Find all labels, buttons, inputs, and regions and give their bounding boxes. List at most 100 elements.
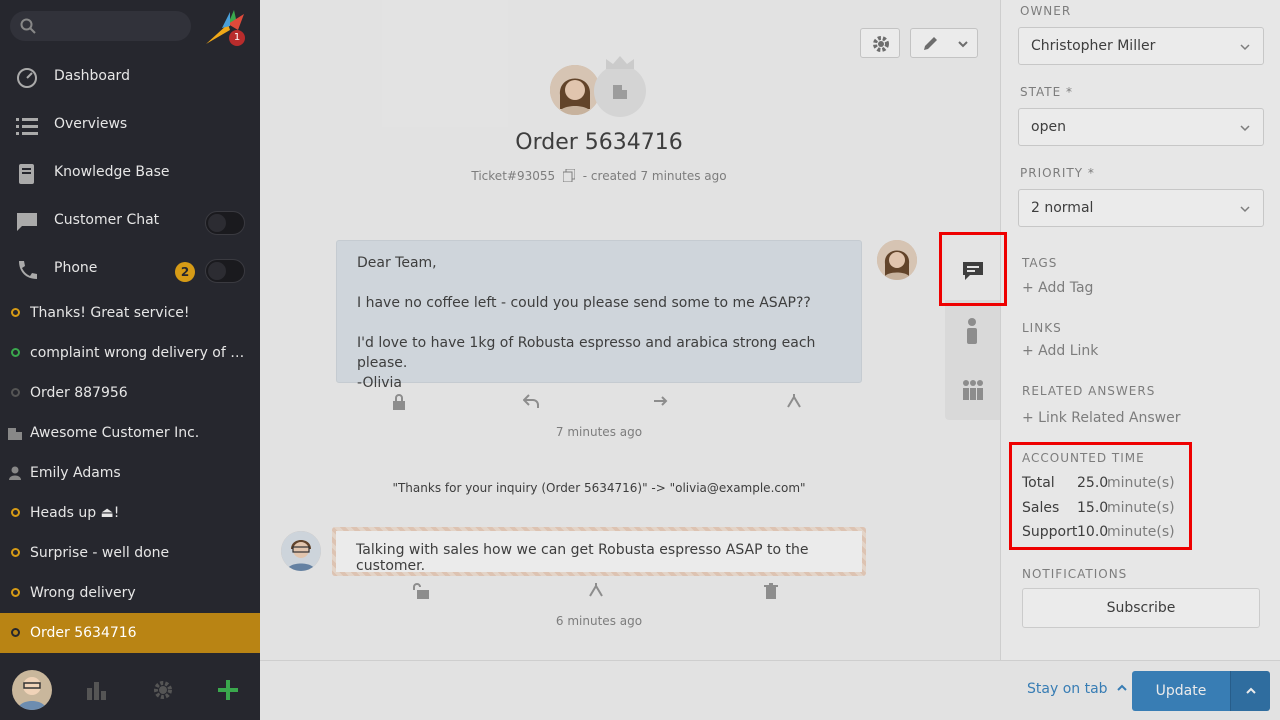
system-message: "Thanks for your inquiry (Order 5634716)… <box>392 481 806 495</box>
customer-avatar[interactable] <box>550 65 600 115</box>
phone-icon <box>19 261 37 279</box>
task-item[interactable]: Order 887956 <box>0 373 260 413</box>
update-options-button[interactable] <box>1230 671 1270 711</box>
chevron-down-icon <box>1240 44 1250 51</box>
internal-note: Talking with sales how we can get Robust… <box>332 527 866 576</box>
agent-avatar[interactable] <box>281 531 321 571</box>
sidebar-footer <box>0 660 260 720</box>
building-icon <box>613 85 627 99</box>
phone-toggle[interactable] <box>205 259 245 283</box>
ticket-edit-button[interactable] <box>910 28 978 58</box>
nav-knowledge-base[interactable]: Knowledge Base <box>0 150 260 198</box>
ticket-meta: Ticket#93055 - created 7 minutes ago <box>260 168 938 183</box>
forward-icon[interactable] <box>653 393 669 409</box>
task-label: Wrong delivery <box>30 585 136 601</box>
state-label: STATE * <box>1020 85 1074 99</box>
settings-icon[interactable] <box>152 680 174 700</box>
nav-overviews[interactable]: Overviews <box>0 102 260 150</box>
tab-organization[interactable] <box>945 360 1000 420</box>
chevron-up-icon <box>1246 687 1256 694</box>
state-select[interactable]: open <box>1018 108 1264 146</box>
task-label: Order 887956 <box>30 385 128 401</box>
update-button[interactable]: Update <box>1132 671 1230 711</box>
plus-icon[interactable] <box>217 679 239 701</box>
user-icon <box>9 466 21 480</box>
ticket-number: Ticket#93055 <box>471 169 556 183</box>
reply-icon[interactable] <box>523 393 539 409</box>
task-item[interactable]: complaint wrong delivery of ord... <box>0 333 260 373</box>
chat-icon <box>17 213 37 231</box>
task-item[interactable]: Awesome Customer Inc. <box>0 413 260 453</box>
owner-select[interactable]: Christopher Miller <box>1018 27 1264 65</box>
current-user-avatar[interactable] <box>12 670 52 710</box>
notification-badge[interactable]: 1 <box>229 30 245 46</box>
reporting-icon[interactable] <box>86 680 108 700</box>
add-tag-link[interactable]: + Add Tag <box>1022 280 1093 296</box>
unlock-icon[interactable] <box>413 583 429 599</box>
group-icon <box>963 380 983 400</box>
customer-avatar-small[interactable] <box>877 240 917 280</box>
highlight-accounted-time <box>1009 442 1192 550</box>
state-value: open <box>1031 119 1066 135</box>
phone-count-badge: 2 <box>175 262 195 282</box>
nav-dashboard[interactable]: Dashboard <box>0 54 260 102</box>
article-time: 7 minutes ago <box>555 425 643 439</box>
ticket-attributes-panel: OWNER Christopher Miller STATE * open PR… <box>1000 0 1280 660</box>
chevron-down-icon <box>1240 206 1250 213</box>
trash-icon[interactable] <box>763 583 779 599</box>
task-item[interactable]: Surprise - well done <box>0 533 260 573</box>
split-icon[interactable] <box>786 393 802 409</box>
task-label: Emily Adams <box>30 465 121 481</box>
nav-phone[interactable]: Phone 2 <box>0 246 260 294</box>
search-input[interactable] <box>10 11 191 41</box>
related-answers-label: RELATED ANSWERS <box>1022 384 1156 398</box>
task-label: Awesome Customer Inc. <box>30 425 200 441</box>
link-related-answer[interactable]: + Link Related Answer <box>1022 410 1180 426</box>
note-body: Talking with sales how we can get Robust… <box>336 531 862 574</box>
priority-select[interactable]: 2 normal <box>1018 189 1264 227</box>
status-dot <box>11 588 20 597</box>
status-dot <box>11 628 20 637</box>
task-item[interactable]: Heads up ⏏! <box>0 493 260 533</box>
article-body: Dear Team, I have no coffee left - could… <box>357 255 816 391</box>
chevron-up-icon <box>1117 684 1127 691</box>
sidebar: 1 Dashboard Overviews Knowledge Base Cus… <box>0 0 260 720</box>
notifications-label: NOTIFICATIONS <box>1022 567 1128 581</box>
owner-label: OWNER <box>1020 4 1072 18</box>
stay-on-tab-label: Stay on tab <box>1027 681 1108 697</box>
nav-label: Customer Chat <box>54 212 160 228</box>
priority-label: PRIORITY * <box>1020 166 1095 180</box>
task-item[interactable]: Wrong delivery <box>0 573 260 613</box>
search-icon <box>20 18 36 34</box>
task-item[interactable]: Thanks! Great service! <box>0 293 260 333</box>
stay-on-tab-toggle[interactable]: Stay on tab <box>1027 681 1128 697</box>
lock-icon[interactable] <box>391 394 407 410</box>
gear-icon <box>873 36 889 52</box>
task-label: Surprise - well done <box>30 545 170 561</box>
pencil-icon <box>924 37 937 50</box>
crown-icon <box>606 56 634 69</box>
ticket-settings-button[interactable] <box>860 28 900 58</box>
nav-label: Knowledge Base <box>54 164 170 180</box>
tab-customer[interactable] <box>945 300 1000 360</box>
copy-icon[interactable] <box>562 168 576 183</box>
task-item[interactable]: Emily Adams <box>0 453 260 493</box>
task-label: complaint wrong delivery of ord... <box>30 345 248 361</box>
chevron-down-icon <box>958 41 968 48</box>
person-icon <box>967 318 977 344</box>
split-icon[interactable] <box>588 582 604 598</box>
nav-customer-chat[interactable]: Customer Chat <box>0 198 260 246</box>
organization-avatar[interactable] <box>594 56 646 117</box>
status-dot <box>11 548 20 557</box>
toggle-knob <box>208 262 226 280</box>
add-link-link[interactable]: + Add Link <box>1022 343 1098 359</box>
task-label: Order 5634716 <box>30 625 137 641</box>
chat-toggle[interactable] <box>205 211 245 235</box>
task-item-active[interactable]: Order 5634716 <box>0 613 260 653</box>
task-label: Heads up ⏏! <box>30 505 120 521</box>
subscribe-button[interactable]: Subscribe <box>1022 588 1260 628</box>
ticket-title[interactable]: Order 5634716 <box>260 130 938 155</box>
overviews-icon <box>16 118 38 135</box>
status-dot <box>11 508 20 517</box>
task-label: Thanks! Great service! <box>30 305 190 321</box>
